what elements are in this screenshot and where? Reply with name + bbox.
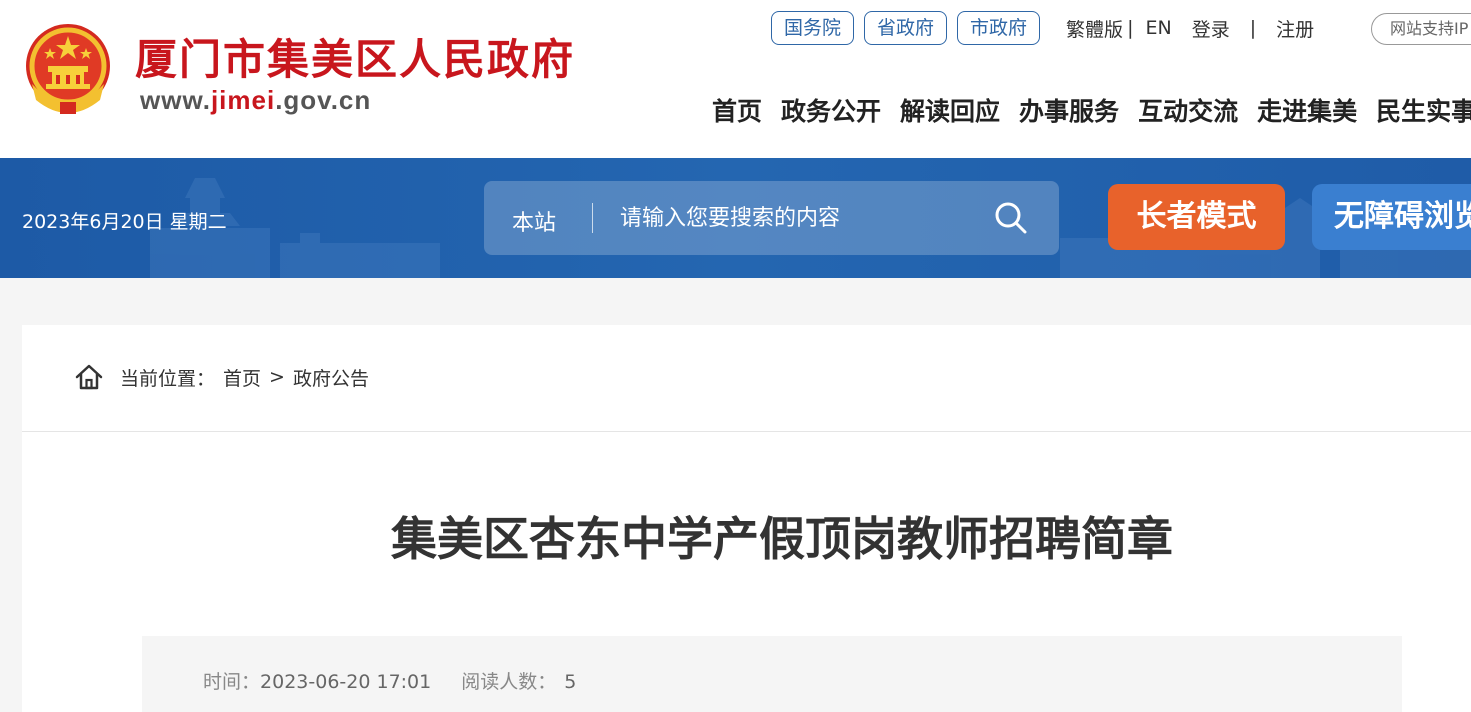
site-url-prefix: www. <box>140 85 211 115</box>
nav-livelihood[interactable]: 民生实事 <box>1376 92 1471 128</box>
nav-gov-affairs[interactable]: 政务公开 <box>781 92 881 128</box>
register-link[interactable]: 注册 <box>1276 15 1314 42</box>
elder-mode-button[interactable]: 长者模式 <box>1108 184 1285 250</box>
reads-label: 阅读人数： <box>461 671 557 693</box>
time-label: 时间： <box>203 671 261 693</box>
article-meta-bar: 时间：2023-06-20 17:01 阅读人数： 5 <box>142 636 1402 712</box>
ip-support-badge: 网站支持IP <box>1371 13 1471 45</box>
search-input[interactable] <box>620 201 980 235</box>
divider <box>22 431 1471 432</box>
breadcrumb-current-link[interactable]: 政府公告 <box>293 364 369 391</box>
publish-time: 2023-06-20 17:01 <box>260 671 432 693</box>
accessible-browse-button[interactable]: 无障碍浏览 <box>1312 184 1471 250</box>
main-nav: 首页 政务公开 解读回应 办事服务 互动交流 走进集美 民生实事 <box>712 92 1471 128</box>
breadcrumb-home-link[interactable]: 首页 <box>223 364 261 391</box>
current-date: 2023年6月20日 星期二 <box>22 211 227 233</box>
national-emblem-icon <box>26 24 110 114</box>
article-meta: 时间：2023-06-20 17:01 阅读人数： 5 <box>203 667 576 694</box>
article-title: 集美区杏东中学产假顶岗教师招聘简章 <box>391 512 1173 566</box>
site-header: 厦门市集美区人民政府 www.jimei.gov.cn 国务院 省政府 市政府 … <box>0 0 1471 158</box>
nav-interaction[interactable]: 互动交流 <box>1138 92 1238 128</box>
nav-services[interactable]: 办事服务 <box>1019 92 1119 128</box>
breadcrumb-separator: > <box>269 366 285 388</box>
breadcrumb-label: 当前位置： <box>120 367 216 390</box>
link-separator: | <box>1127 17 1134 39</box>
search-box: 本站 <box>484 181 1059 255</box>
nav-home[interactable]: 首页 <box>712 92 762 128</box>
search-divider <box>592 203 593 233</box>
article-panel: 当前位置： 首页 > 政府公告 集美区杏东中学产假顶岗教师招聘简章 时间：202… <box>22 325 1471 712</box>
english-link[interactable]: EN <box>1145 17 1171 39</box>
site-url-highlight: jimei <box>210 85 276 115</box>
search-scope-select[interactable]: 本站 <box>512 205 556 237</box>
top-links: 国务院 省政府 市政府 繁體版 | EN 登录 | 注册 <box>771 11 1314 45</box>
home-icon <box>75 364 103 390</box>
site-url: www.jimei.gov.cn <box>140 85 371 116</box>
read-count: 5 <box>564 671 577 693</box>
search-banner: 2023年6月20日 星期二 本站 长者模式 无障碍浏览 <box>0 158 1471 278</box>
search-icon[interactable] <box>992 199 1030 237</box>
login-link[interactable]: 登录 <box>1192 15 1230 42</box>
nav-about-jimei[interactable]: 走进集美 <box>1257 92 1357 128</box>
link-separator: | <box>1249 17 1257 39</box>
site-url-suffix: .gov.cn <box>275 85 372 115</box>
traditional-chinese-link[interactable]: 繁體版 <box>1066 15 1123 42</box>
provincial-gov-link[interactable]: 省政府 <box>864 11 948 45</box>
nav-interpretation[interactable]: 解读回应 <box>900 92 1000 128</box>
state-council-link[interactable]: 国务院 <box>771 11 855 45</box>
breadcrumb: 当前位置： 首页 > 政府公告 <box>74 363 369 391</box>
site-title: 厦门市集美区人民政府 <box>135 35 576 84</box>
city-gov-link[interactable]: 市政府 <box>957 11 1041 45</box>
